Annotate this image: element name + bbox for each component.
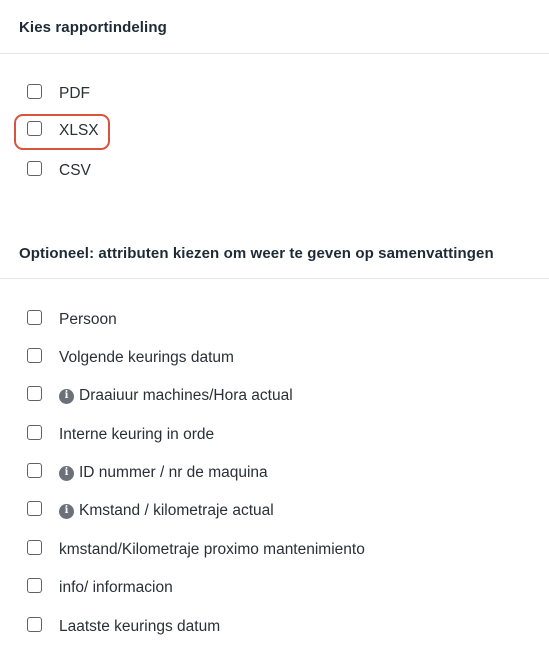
section-divider xyxy=(0,53,549,54)
attribute-label: Laatste keurings datum xyxy=(59,618,221,635)
attribute-label: Kmstand / kilometraje actual xyxy=(79,502,274,519)
attribute-checkbox[interactable] xyxy=(27,309,42,325)
attribute-option-info[interactable]: info/ informacion xyxy=(27,577,173,599)
attribute-checkbox[interactable] xyxy=(27,577,42,593)
attribute-option-draaiuur[interactable]: i Draaiuur machines/Hora actual xyxy=(27,385,293,407)
format-option-label: XLSX xyxy=(59,122,99,139)
attribute-checkbox[interactable] xyxy=(27,462,42,478)
attribute-option-id-nummer[interactable]: i ID nummer / nr de maquina xyxy=(27,462,268,484)
attribute-checkbox[interactable] xyxy=(27,500,42,516)
attribute-option-volgende-keurings-datum[interactable]: Volgende keurings datum xyxy=(27,347,234,369)
format-option-csv[interactable]: CSV xyxy=(27,160,91,182)
xlsx-checkbox[interactable] xyxy=(27,120,42,136)
format-option-label: CSV xyxy=(59,162,91,179)
attribute-checkbox[interactable] xyxy=(27,385,42,401)
pdf-checkbox[interactable] xyxy=(27,83,42,99)
format-option-pdf[interactable]: PDF xyxy=(27,83,90,105)
section-divider xyxy=(0,278,549,279)
attribute-label: ID nummer / nr de maquina xyxy=(79,464,268,481)
attribute-option-laatste-keurings-datum[interactable]: Laatste keurings datum xyxy=(27,616,220,638)
report-format-title: Kies rapportindeling xyxy=(19,19,167,36)
attributes-section-title: Optioneel: attributen kiezen om weer te … xyxy=(19,245,494,262)
attribute-option-interne-keuring[interactable]: Interne keuring in orde xyxy=(27,424,214,446)
attribute-label: Draaiuur machines/Hora actual xyxy=(79,387,293,404)
format-option-label: PDF xyxy=(59,85,90,102)
attribute-checkbox[interactable] xyxy=(27,424,42,440)
attribute-label: Interne keuring in orde xyxy=(59,426,215,443)
info-icon[interactable]: i xyxy=(59,465,74,481)
format-option-xlsx[interactable]: XLSX xyxy=(27,120,99,142)
attribute-option-kmstand[interactable]: i Kmstand / kilometraje actual xyxy=(27,500,274,522)
info-icon[interactable]: i xyxy=(59,503,74,519)
attribute-label: info/ informacion xyxy=(59,579,173,596)
attribute-option-persoon[interactable]: Persoon xyxy=(27,309,117,331)
attribute-checkbox[interactable] xyxy=(27,539,42,555)
attribute-checkbox[interactable] xyxy=(27,616,42,632)
attribute-option-kmstand-mantenimiento[interactable]: kmstand/Kilometraje proximo mantenimient… xyxy=(27,539,365,561)
attribute-checkbox[interactable] xyxy=(27,347,42,363)
attribute-label: Persoon xyxy=(59,311,117,328)
info-icon[interactable]: i xyxy=(59,388,74,404)
attribute-label: kmstand/Kilometraje proximo mantenimient… xyxy=(59,541,365,558)
csv-checkbox[interactable] xyxy=(27,160,42,176)
attribute-label: Volgende keurings datum xyxy=(59,349,234,366)
